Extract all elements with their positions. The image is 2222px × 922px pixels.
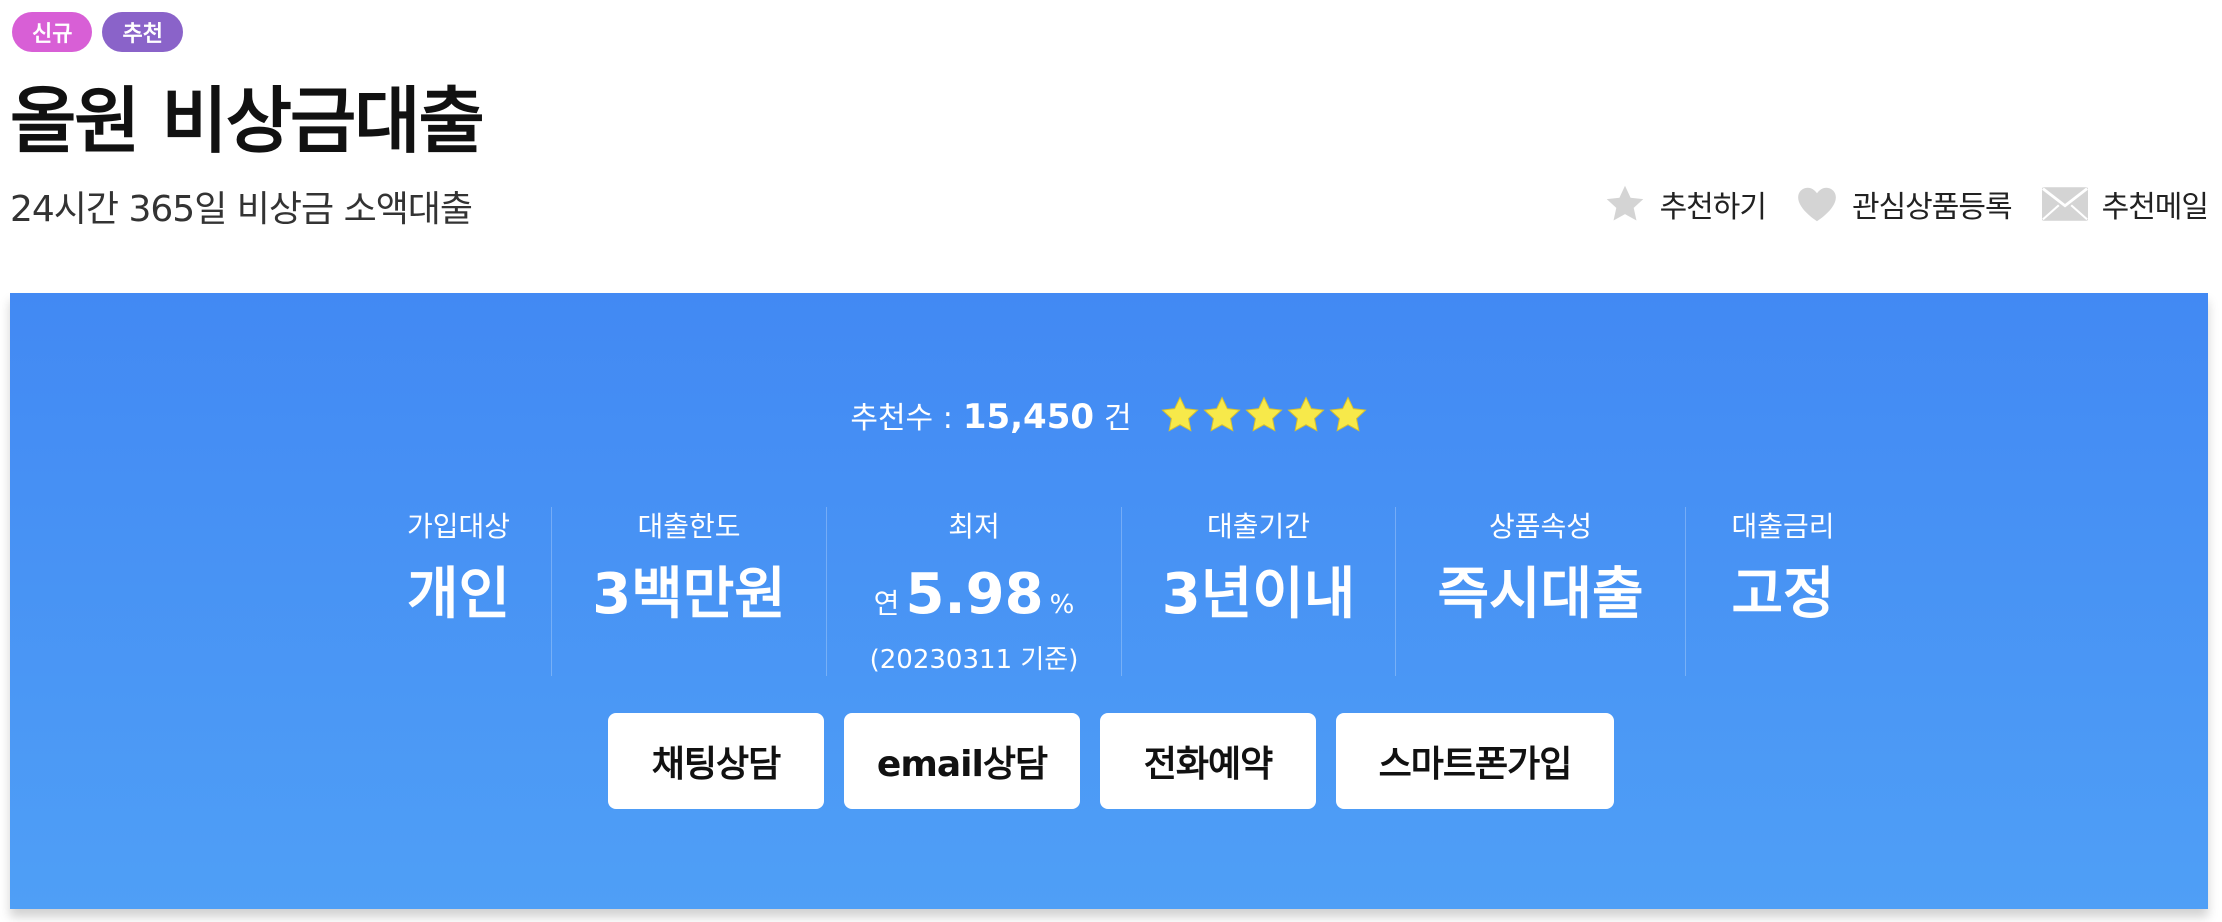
rate-note: (20230311 기준) [869, 645, 1079, 675]
rating-stars [1160, 395, 1368, 435]
spec-label: 대출한도 [637, 510, 741, 543]
product-actions: 추천하기 관심상품등록 추천메일 [1604, 182, 2209, 226]
spec-value: 3백만원 [592, 562, 786, 627]
recommend-mail-button[interactable]: 추천메일 [2041, 182, 2209, 226]
spec-label: 가입대상 [406, 510, 511, 543]
product-page: 신규 추천 올원 비상금대출 24시간 365일 비상금 소액대출 추천하기 관… [0, 0, 2222, 922]
spec-value: 고정 [1731, 562, 1835, 627]
spec-period: 대출기간 3년이내 [1121, 507, 1395, 676]
consult-buttons: 채팅상담 email상담 전화예약 스마트폰가입 [608, 713, 1614, 809]
spec-value: 개인 [406, 562, 511, 627]
recommended-badge: 추천 [102, 12, 183, 52]
star-icon [1244, 395, 1284, 435]
spec-label: 상품속성 [1488, 510, 1593, 543]
product-specs: 가입대상 개인 대출한도 3백만원 최저 연 5.98 % (20230311 … [366, 507, 1880, 676]
spec-rate: 최저 연 5.98 % (20230311 기준) [826, 507, 1121, 676]
recommendation-count: 추천수 : 15,450 건 [850, 393, 1131, 437]
star-icon [1202, 395, 1242, 435]
spec-limit: 대출한도 3백만원 [551, 507, 826, 676]
star-icon [1604, 184, 1646, 224]
spec-label: 최저 [948, 510, 1000, 543]
rate-line: 연 5.98 % [874, 563, 1075, 637]
spec-value: 즉시대출 [1437, 562, 1644, 627]
rate-prefix: 연 [873, 587, 900, 620]
recommendation-label: 추천수 : [850, 401, 953, 436]
phone-reservation-button[interactable]: 전화예약 [1100, 713, 1316, 809]
recommendation-number: 15,450 [962, 397, 1095, 437]
new-badge: 신규 [12, 12, 93, 52]
star-icon [1328, 395, 1368, 435]
rate-value: 5.98 [905, 562, 1044, 627]
spec-attribute: 상품속성 즉시대출 [1395, 507, 1685, 676]
product-summary-panel: 추천수 : 15,450 건 가입대상 개인 대출한도 3백만원 최저 연 5.… [10, 293, 2208, 909]
smartphone-signup-button[interactable]: 스마트폰가입 [1336, 713, 1614, 809]
recommendation-unit: 건 [1104, 401, 1132, 436]
wishlist-button[interactable]: 관심상품등록 [1796, 182, 2013, 226]
mail-label: 추천메일 [2101, 190, 2209, 225]
spec-value: 3년이내 [1161, 562, 1356, 627]
envelope-icon [2041, 187, 2088, 221]
spec-label: 대출기간 [1206, 510, 1311, 543]
rate-unit: % [1049, 590, 1075, 620]
badge-group: 신규 추천 [12, 12, 183, 52]
product-title: 올원 비상금대출 [10, 79, 485, 163]
heart-icon [1796, 186, 1838, 222]
chat-consult-button[interactable]: 채팅상담 [608, 713, 824, 809]
recommendation-row: 추천수 : 15,450 건 [10, 393, 2208, 437]
product-subtitle: 24시간 365일 비상금 소액대출 [10, 189, 473, 230]
star-icon [1286, 395, 1326, 435]
email-consult-button[interactable]: email상담 [844, 713, 1080, 809]
spec-label: 대출금리 [1731, 510, 1835, 543]
recommend-button[interactable]: 추천하기 [1604, 182, 1767, 226]
spec-target: 가입대상 개인 [366, 507, 551, 676]
spec-interest: 대출금리 고정 [1685, 507, 1880, 676]
recommend-label: 추천하기 [1659, 190, 1767, 225]
wishlist-label: 관심상품등록 [1851, 190, 2013, 225]
star-icon [1160, 395, 1200, 435]
